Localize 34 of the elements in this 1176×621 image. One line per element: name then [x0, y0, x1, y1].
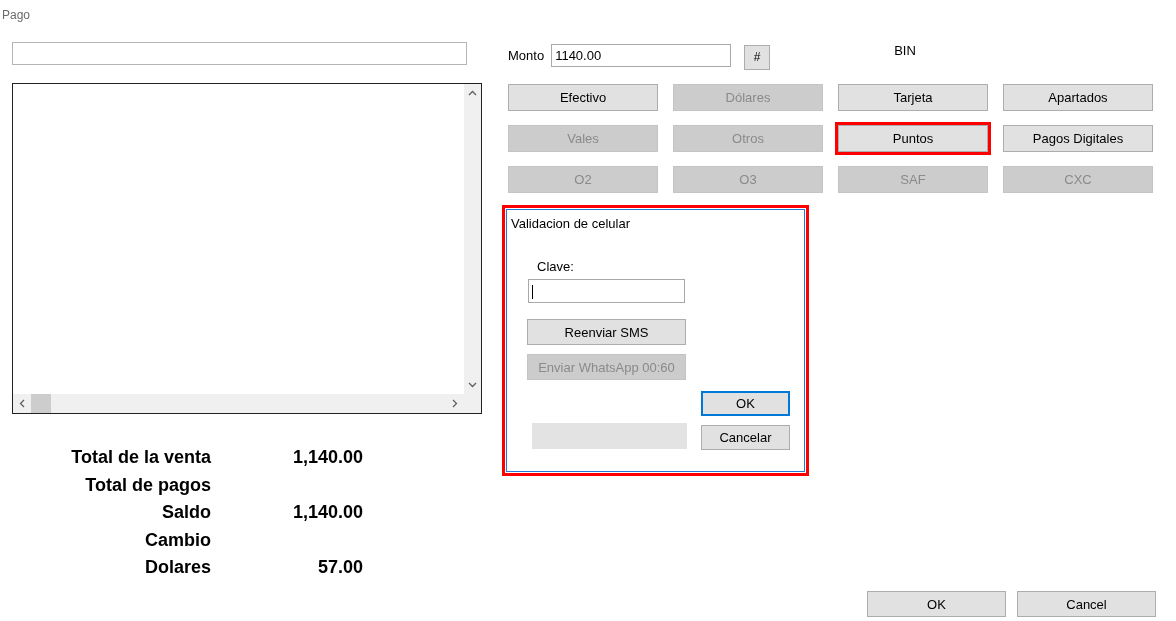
scroll-thumb[interactable]: [31, 394, 51, 413]
hash-button[interactable]: #: [744, 44, 771, 70]
scroll-up-icon[interactable]: [468, 89, 477, 98]
panel-title: Validacion de celular: [511, 216, 630, 231]
cancel-button[interactable]: Cancelar: [701, 425, 790, 450]
payment-method-button[interactable]: Pagos Digitales: [1003, 125, 1153, 152]
cancel-button[interactable]: Cancel: [1017, 591, 1156, 617]
window-title: Pago: [1, 7, 32, 22]
resend-sms-button[interactable]: Reenviar SMS: [527, 319, 686, 345]
total-value: 1,140.00: [291, 502, 363, 524]
monto-input-field[interactable]: 1140.00: [551, 43, 732, 67]
text-field[interactable]: [12, 42, 467, 65]
clave-label: Clave:: [537, 259, 574, 274]
total-value: 57.00: [316, 557, 363, 579]
horizontal-scrollbar[interactable]: [13, 394, 464, 413]
total-value: 1,140.00: [291, 447, 363, 469]
ok-button[interactable]: OK: [701, 391, 790, 416]
scroll-left-icon[interactable]: [18, 399, 27, 408]
total-label: Dolares: [143, 557, 211, 579]
payment-method-button[interactable]: Puntos: [838, 125, 988, 152]
total-label: Saldo: [161, 502, 211, 524]
bin-label: BIN: [894, 42, 916, 58]
payment-method-button[interactable]: Efectivo: [508, 84, 658, 111]
scroll-right-icon[interactable]: [450, 399, 459, 408]
monto-label: Monto: [508, 47, 545, 63]
scroll-down-icon[interactable]: [468, 380, 477, 389]
payment-method-button[interactable]: Tarjeta: [838, 84, 988, 111]
total-label: Total de pagos: [84, 474, 211, 496]
ok-button[interactable]: OK: [867, 591, 1006, 617]
payment-method-button[interactable]: Apartados: [1003, 84, 1153, 111]
total-label: Total de la venta: [70, 447, 211, 469]
vertical-scrollbar[interactable]: [464, 84, 481, 394]
total-label: Cambio: [144, 529, 211, 551]
clave-input-field[interactable]: [528, 279, 685, 303]
